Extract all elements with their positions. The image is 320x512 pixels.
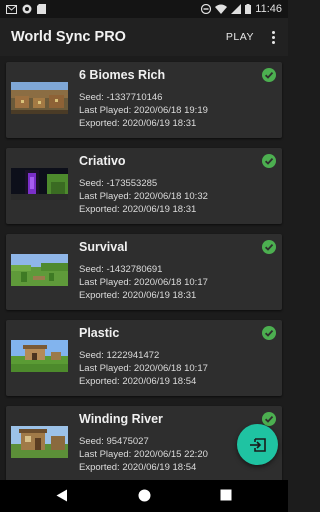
more-vert-icon[interactable] bbox=[268, 27, 278, 47]
world-thumbnail bbox=[11, 340, 68, 372]
battery-icon bbox=[245, 4, 252, 14]
signal-icon bbox=[231, 4, 242, 14]
play-button[interactable]: PLAY bbox=[220, 27, 260, 47]
wifi-icon bbox=[215, 4, 228, 14]
sync-icon bbox=[22, 4, 32, 14]
world-last-played: Last Played: 2020/06/18 10:32 bbox=[79, 191, 208, 202]
world-seed: Seed: 95475027 bbox=[79, 436, 149, 447]
import-icon bbox=[249, 437, 266, 452]
world-seed: Seed: -1432780691 bbox=[79, 264, 163, 275]
world-thumbnail bbox=[11, 426, 68, 458]
import-fab-button[interactable] bbox=[237, 424, 278, 465]
world-name: Plastic bbox=[79, 326, 120, 340]
recents-icon[interactable] bbox=[220, 489, 232, 501]
world-exported: Exported: 2020/06/19 18:54 bbox=[79, 376, 197, 387]
world-card[interactable]: 6 Biomes Rich Seed: -1337710146 Last Pla… bbox=[6, 62, 282, 138]
world-last-played: Last Played: 2020/06/18 10:17 bbox=[79, 363, 208, 374]
world-last-played: Last Played: 2020/06/18 10:17 bbox=[79, 277, 208, 288]
world-name: Criativo bbox=[79, 154, 126, 168]
check-circle-icon bbox=[262, 326, 276, 340]
gmail-icon bbox=[6, 4, 17, 14]
world-card[interactable]: Criativo Seed: -173553285 Last Played: 2… bbox=[6, 148, 282, 224]
world-list: 6 Biomes Rich Seed: -1337710146 Last Pla… bbox=[0, 56, 288, 480]
world-name: Winding River bbox=[79, 412, 163, 426]
home-icon[interactable] bbox=[138, 489, 151, 502]
back-icon[interactable] bbox=[56, 489, 68, 502]
app-title: World Sync PRO bbox=[11, 29, 126, 45]
world-thumbnail bbox=[11, 254, 68, 286]
world-exported: Exported: 2020/06/19 18:31 bbox=[79, 290, 197, 301]
world-exported: Exported: 2020/06/19 18:54 bbox=[79, 462, 197, 473]
status-bar: 11:46 bbox=[0, 0, 288, 18]
world-seed: Seed: -173553285 bbox=[79, 178, 158, 189]
world-exported: Exported: 2020/06/19 18:31 bbox=[79, 118, 197, 129]
world-card[interactable]: Plastic Seed: 1222941472 Last Played: 20… bbox=[6, 320, 282, 396]
world-seed: Seed: -1337710146 bbox=[79, 92, 163, 103]
status-time: 11:46 bbox=[255, 3, 282, 15]
world-exported: Exported: 2020/06/19 18:31 bbox=[79, 204, 197, 215]
world-seed: Seed: 1222941472 bbox=[79, 350, 160, 361]
app-bar: World Sync PRO PLAY bbox=[0, 18, 288, 56]
world-name: 6 Biomes Rich bbox=[79, 68, 166, 82]
check-circle-icon bbox=[262, 68, 276, 82]
navigation-bar bbox=[0, 480, 288, 512]
check-circle-icon bbox=[262, 154, 276, 168]
world-thumbnail bbox=[11, 82, 68, 114]
check-circle-icon bbox=[262, 412, 276, 426]
world-last-played: Last Played: 2020/06/15 22:20 bbox=[79, 449, 208, 460]
world-card[interactable]: Survival Seed: -1432780691 Last Played: … bbox=[6, 234, 282, 310]
world-thumbnail bbox=[11, 168, 68, 200]
dnd-icon bbox=[201, 4, 212, 14]
check-circle-icon bbox=[262, 240, 276, 254]
world-last-played: Last Played: 2020/06/18 19:19 bbox=[79, 105, 208, 116]
sdcard-icon bbox=[37, 4, 46, 14]
world-name: Survival bbox=[79, 240, 128, 254]
